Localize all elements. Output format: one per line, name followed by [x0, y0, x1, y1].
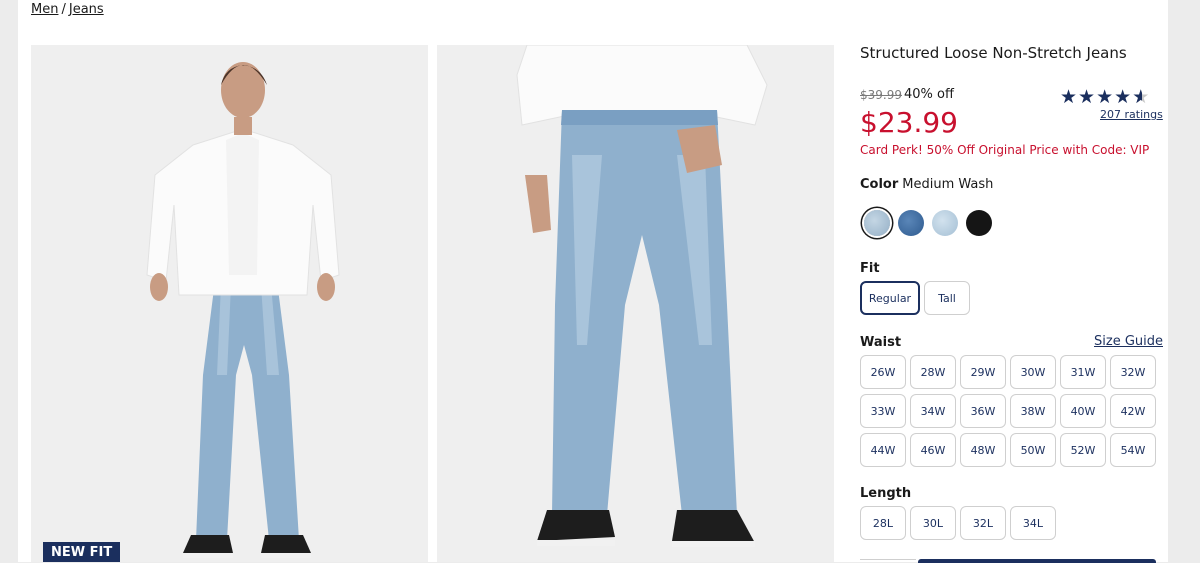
- breadcrumb-men-link[interactable]: Men: [31, 2, 58, 17]
- product-page: Men / Jeans NEW FIT Structured Loose Non…: [18, 0, 1168, 563]
- color-label: Color Medium Wash: [860, 177, 993, 192]
- waist-option-48w[interactable]: 48W: [960, 433, 1006, 467]
- waist-option-38w[interactable]: 38W: [1010, 394, 1056, 428]
- original-price: $39.99: [860, 88, 902, 102]
- breadcrumb-separator: /: [61, 2, 66, 17]
- waist-option-29w[interactable]: 29W: [960, 355, 1006, 389]
- waist-option-40w[interactable]: 40W: [1060, 394, 1106, 428]
- waist-option-26w[interactable]: 26W: [860, 355, 906, 389]
- star-icon: ★: [1078, 86, 1097, 108]
- waist-option-52w[interactable]: 52W: [1060, 433, 1106, 467]
- add-to-bag-button-edge[interactable]: [918, 559, 1156, 563]
- promo-message: Card Perk! 50% Off Original Price with C…: [860, 143, 1150, 157]
- ratings-link[interactable]: 207 ratings: [1100, 108, 1163, 121]
- length-option-32l[interactable]: 32L: [960, 506, 1006, 540]
- discount-label: 40% off: [904, 87, 954, 102]
- length-heading: Length: [860, 486, 912, 501]
- star-icon: ★: [1114, 86, 1133, 108]
- swatch-medium-wash[interactable]: [864, 210, 890, 236]
- swatch-light-wash[interactable]: [932, 210, 958, 236]
- new-fit-badge: NEW FIT: [43, 542, 121, 562]
- waist-option-42w[interactable]: 42W: [1110, 394, 1156, 428]
- waist-option-28w[interactable]: 28W: [910, 355, 956, 389]
- waist-option-50w[interactable]: 50W: [1010, 433, 1056, 467]
- sale-price: $23.99: [860, 106, 958, 139]
- waist-option-31w[interactable]: 31W: [1060, 355, 1106, 389]
- product-title: Structured Loose Non-Stretch Jeans: [860, 44, 1127, 62]
- star-icon: ★: [1060, 86, 1079, 108]
- waist-option-54w[interactable]: 54W: [1110, 433, 1156, 467]
- fit-option-tall[interactable]: Tall: [924, 281, 970, 315]
- length-option-28l[interactable]: 28L: [860, 506, 906, 540]
- length-option-34l[interactable]: 34L: [1010, 506, 1056, 540]
- color-swatches: [864, 210, 992, 236]
- fit-heading: Fit: [860, 261, 880, 276]
- color-heading: Color: [860, 177, 899, 192]
- waist-option-32w[interactable]: 32W: [1110, 355, 1156, 389]
- waist-option-34w[interactable]: 34W: [910, 394, 956, 428]
- product-image-front[interactable]: NEW FIT: [31, 45, 428, 562]
- waist-heading: Waist: [860, 335, 902, 350]
- waist-option-44w[interactable]: 44W: [860, 433, 906, 467]
- product-image-closeup[interactable]: [437, 45, 834, 562]
- star-rating: ★★★★★: [1060, 86, 1150, 108]
- quantity-stepper-edge[interactable]: [860, 559, 916, 563]
- star-icon: ★: [1096, 86, 1115, 108]
- length-option-30l[interactable]: 30L: [910, 506, 956, 540]
- breadcrumb: Men / Jeans: [31, 2, 104, 17]
- waist-option-30w[interactable]: 30W: [1010, 355, 1056, 389]
- selected-color-name: Medium Wash: [902, 177, 994, 192]
- size-guide-link[interactable]: Size Guide: [1094, 334, 1163, 349]
- waist-option-36w[interactable]: 36W: [960, 394, 1006, 428]
- swatch-dark-wash[interactable]: [898, 210, 924, 236]
- waist-option-46w[interactable]: 46W: [910, 433, 956, 467]
- fit-option-regular[interactable]: Regular: [860, 281, 920, 315]
- waist-option-33w[interactable]: 33W: [860, 394, 906, 428]
- swatch-black[interactable]: [966, 210, 992, 236]
- breadcrumb-jeans-link[interactable]: Jeans: [69, 2, 104, 17]
- half-star-icon: ★: [1132, 86, 1150, 108]
